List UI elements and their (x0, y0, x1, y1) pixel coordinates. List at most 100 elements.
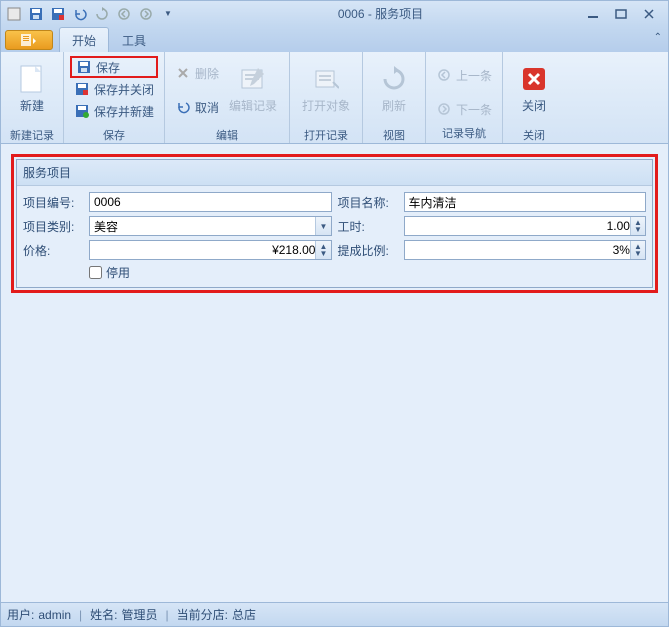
close-record-button[interactable]: 关闭 (509, 56, 559, 122)
delete-button[interactable]: 删除 (171, 62, 223, 84)
project-id-field[interactable] (94, 195, 327, 209)
next-icon (436, 101, 452, 117)
refresh-icon (380, 65, 408, 93)
open-object-button[interactable]: 打开对象 (296, 56, 356, 122)
qat-save-icon[interactable] (27, 5, 45, 23)
input-commission[interactable]: ▲▼ (404, 240, 647, 260)
status-sep: | (166, 608, 169, 622)
price-spinner[interactable]: ▲▼ (315, 241, 330, 259)
edit-icon (239, 65, 267, 93)
delete-label: 删除 (195, 65, 219, 82)
save-close-button[interactable]: 保存并关闭 (70, 78, 158, 100)
refresh-button[interactable]: 刷新 (369, 56, 419, 122)
work-hours-spinner[interactable]: ▲▼ (630, 217, 645, 235)
project-type-dropdown-icon[interactable]: ▼ (315, 217, 330, 235)
form-highlight: 服务项目 项目编号: 项目名称: 项目类别: ▼ 工时: ▲▼ 价格: (11, 154, 658, 293)
qat-next-icon[interactable] (137, 5, 155, 23)
application-button[interactable] (5, 30, 53, 50)
minimize-button[interactable] (584, 6, 602, 22)
qat-undo-icon[interactable] (71, 5, 89, 23)
group-open-record: 打开对象 打开记录 (290, 52, 363, 143)
close-label: 关闭 (522, 97, 546, 114)
input-project-type[interactable]: ▼ (89, 216, 332, 236)
input-project-name[interactable] (404, 192, 647, 212)
tab-tools[interactable]: 工具 (109, 27, 159, 52)
input-price[interactable]: ▲▼ (89, 240, 332, 260)
commission-spinner[interactable]: ▲▼ (630, 241, 645, 259)
group-nav-label: 记录导航 (426, 124, 502, 142)
ribbon: 新建 新建记录 保存 保存并关闭 保存并新建 保存 (0, 52, 669, 144)
project-type-field[interactable] (94, 219, 315, 233)
status-branch-value: 总店 (232, 606, 256, 623)
close-button[interactable] (640, 6, 658, 22)
group-new-label: 新建记录 (1, 126, 63, 144)
group-new-record: 新建 新建记录 (1, 52, 64, 143)
window-controls (584, 6, 664, 22)
status-branch-label: 当前分店: (177, 606, 228, 623)
tab-start[interactable]: 开始 (59, 27, 109, 52)
open-icon (312, 65, 340, 93)
prev-button[interactable]: 上一条 (432, 64, 496, 86)
group-close-label: 关闭 (503, 126, 565, 144)
app-menu-icon[interactable] (5, 5, 23, 23)
disabled-row: 停用 (89, 264, 332, 281)
disabled-checkbox[interactable] (89, 266, 102, 279)
save-icon (76, 59, 92, 75)
prev-icon (436, 67, 452, 83)
input-work-hours[interactable]: ▲▼ (404, 216, 647, 236)
cancel-button[interactable]: 取消 (171, 96, 223, 118)
group-view: 刷新 视图 (363, 52, 426, 143)
ribbon-tabstrip: 开始 工具 ⌃ (0, 26, 669, 52)
qat-prev-icon[interactable] (115, 5, 133, 23)
save-close-icon (74, 81, 90, 97)
status-sep: | (79, 608, 82, 622)
group-view-label: 视图 (363, 126, 425, 144)
save-new-label: 保存并新建 (94, 103, 154, 120)
cancel-label: 取消 (195, 99, 219, 116)
label-project-id: 项目编号: (23, 194, 83, 211)
save-button[interactable]: 保存 (70, 56, 158, 78)
status-user-label: 用户: (7, 606, 34, 623)
new-icon (18, 65, 46, 93)
panel-title: 服务项目 (17, 160, 652, 186)
label-price: 价格: (23, 242, 83, 259)
open-object-label: 打开对象 (302, 97, 350, 114)
content-area: 服务项目 项目编号: 项目名称: 项目类别: ▼ 工时: ▲▼ 价格: (0, 144, 669, 603)
form-panel: 服务项目 项目编号: 项目名称: 项目类别: ▼ 工时: ▲▼ 价格: (16, 159, 653, 288)
label-work-hours: 工时: (338, 218, 398, 235)
refresh-label: 刷新 (382, 97, 406, 114)
next-label: 下一条 (456, 101, 492, 118)
project-name-field[interactable] (409, 195, 642, 209)
qat-save-close-icon[interactable] (49, 5, 67, 23)
label-commission: 提成比例: (338, 242, 398, 259)
group-edit-label: 编辑 (165, 126, 289, 144)
qat-dropdown-icon[interactable]: ▼ (159, 5, 177, 23)
prev-label: 上一条 (456, 67, 492, 84)
commission-field[interactable] (409, 243, 630, 257)
undo-icon (175, 99, 191, 115)
new-button[interactable]: 新建 (7, 56, 57, 122)
group-close: 关闭 关闭 (503, 52, 565, 143)
price-field[interactable] (94, 243, 315, 257)
delete-icon (175, 65, 191, 81)
group-open-label: 打开记录 (290, 126, 362, 144)
label-project-name: 项目名称: (338, 194, 398, 211)
maximize-button[interactable] (612, 6, 630, 22)
edit-record-button[interactable]: 编辑记录 (223, 56, 283, 122)
label-project-type: 项目类别: (23, 218, 83, 235)
next-button[interactable]: 下一条 (432, 98, 496, 120)
form-grid: 项目编号: 项目名称: 项目类别: ▼ 工时: ▲▼ 价格: ▲▼ (17, 186, 652, 287)
group-edit: 删除 取消 编辑记录 编辑 (165, 52, 290, 143)
status-bar: 用户: admin | 姓名: 管理员 | 当前分店: 总店 (0, 603, 669, 627)
input-project-id[interactable] (89, 192, 332, 212)
group-nav: 上一条 下一条 记录导航 (426, 52, 503, 143)
window-title: 0006 - 服务项目 (177, 5, 584, 22)
save-label: 保存 (96, 59, 120, 76)
work-hours-field[interactable] (409, 219, 630, 233)
save-new-button[interactable]: 保存并新建 (70, 100, 158, 122)
qat-refresh-icon[interactable] (93, 5, 111, 23)
group-save-label: 保存 (64, 126, 164, 144)
status-name-label: 姓名: (90, 606, 117, 623)
ribbon-expand-icon[interactable]: ⌃ (654, 32, 662, 43)
quick-access-toolbar: ▼ (5, 5, 177, 23)
